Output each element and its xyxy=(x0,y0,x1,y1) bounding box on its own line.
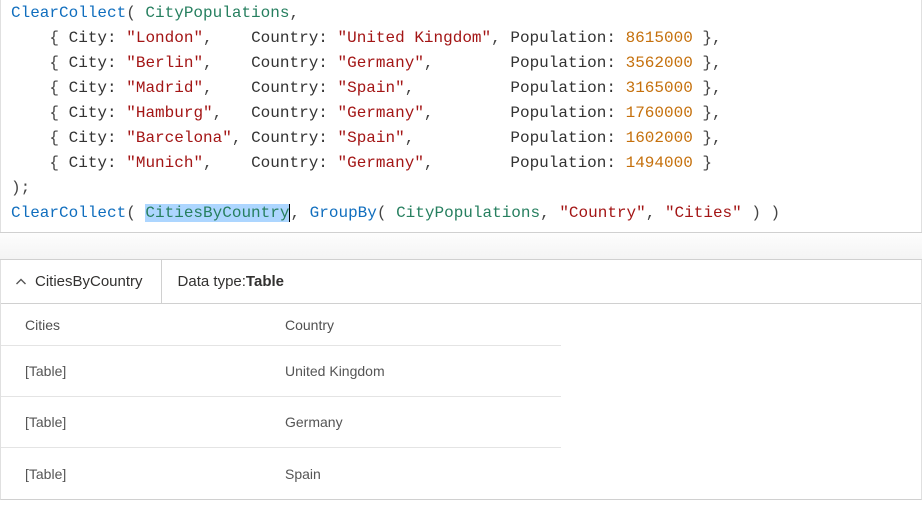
formula-code[interactable]: ClearCollect( CityPopulations, { City: "… xyxy=(11,0,911,226)
cell-cities[interactable]: [Table] xyxy=(1,466,281,482)
results-type: Data type: Table xyxy=(162,260,284,303)
table-row[interactable]: [Table] Spain xyxy=(1,448,561,499)
selected-identifier[interactable]: CitiesByCountry xyxy=(145,204,290,222)
formula-editor[interactable]: ClearCollect( CityPopulations, { City: "… xyxy=(0,0,922,232)
cell-country: United Kingdom xyxy=(281,363,561,379)
cell-country: Germany xyxy=(281,414,561,430)
results-collapse-toggle[interactable]: CitiesByCountry xyxy=(1,260,162,303)
fn-clearcollect: ClearCollect xyxy=(11,4,126,22)
ident-citypopulations: CityPopulations xyxy=(145,4,289,22)
pane-divider[interactable] xyxy=(0,232,922,260)
results-grid: Cities Country [Table] United Kingdom [T… xyxy=(1,304,561,499)
chevron-up-icon xyxy=(15,276,27,288)
col-header-country[interactable]: Country xyxy=(281,317,561,333)
cell-cities[interactable]: [Table] xyxy=(1,414,281,430)
grid-header-row: Cities Country xyxy=(1,304,561,346)
cell-cities[interactable]: [Table] xyxy=(1,363,281,379)
cell-country: Spain xyxy=(281,466,561,482)
results-title: CitiesByCountry xyxy=(35,273,143,290)
col-header-cities[interactable]: Cities xyxy=(1,317,281,333)
fn-clearcollect-2: ClearCollect xyxy=(11,204,126,222)
table-row[interactable]: [Table] United Kingdom xyxy=(1,346,561,397)
fn-groupby: GroupBy xyxy=(310,204,377,222)
results-pane: CitiesByCountry Data type: Table Cities … xyxy=(0,260,922,500)
table-row[interactable]: [Table] Germany xyxy=(1,397,561,448)
results-header: CitiesByCountry Data type: Table xyxy=(1,260,921,304)
